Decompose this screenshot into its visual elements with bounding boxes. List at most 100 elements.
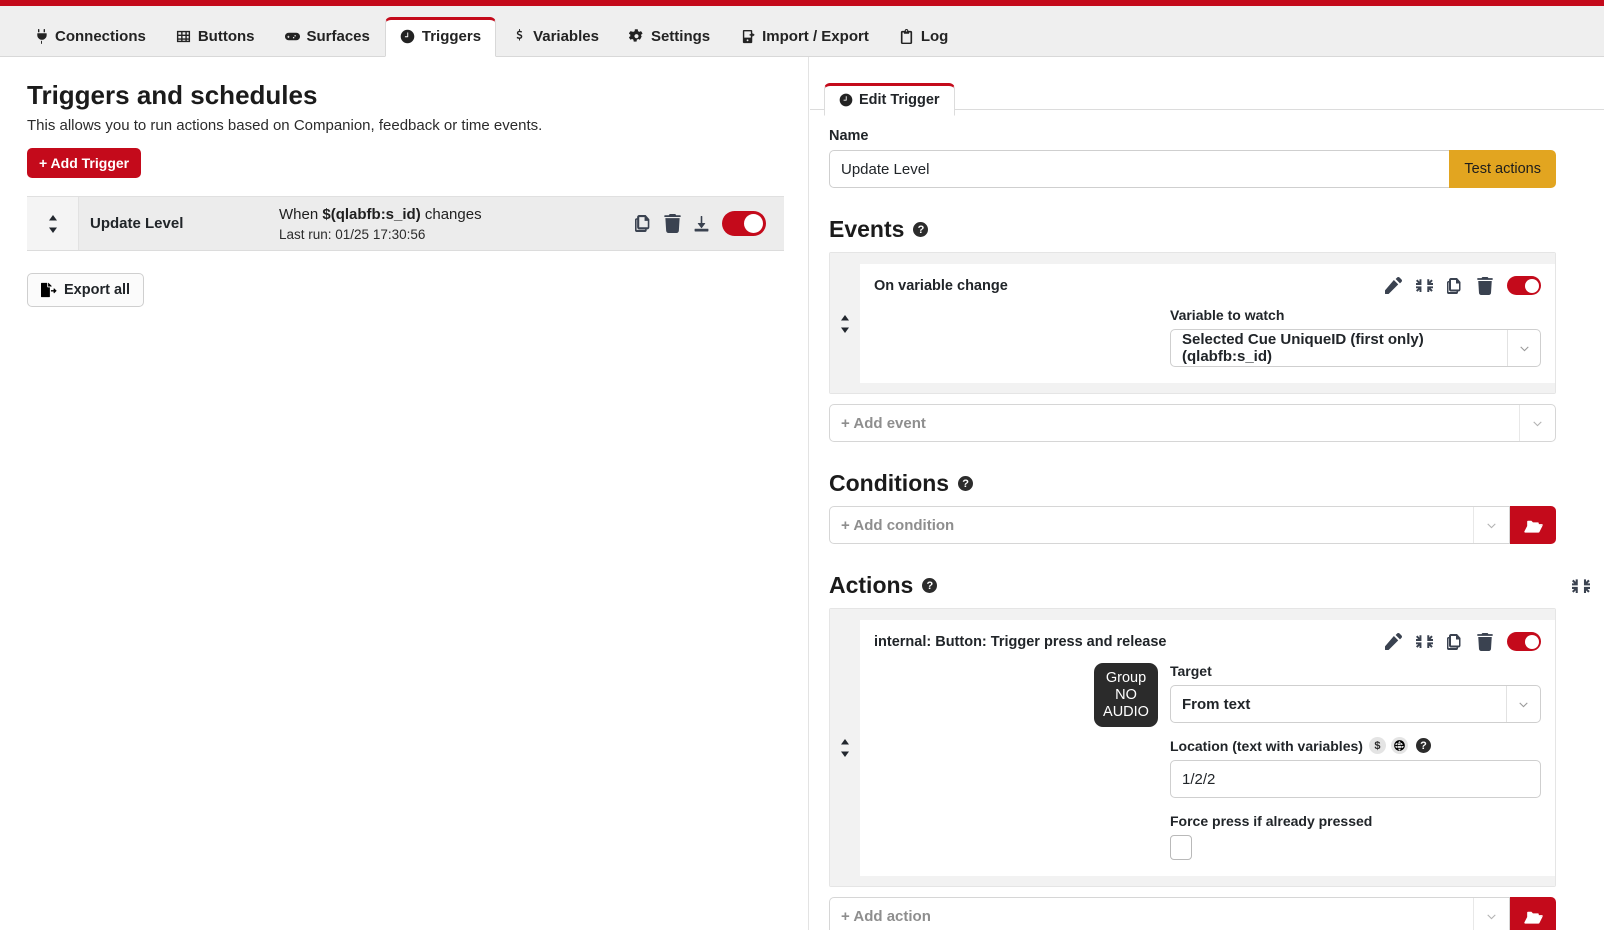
gear-icon [629,29,645,45]
grid-icon [176,29,192,45]
variable-to-watch-label: Variable to watch [1170,307,1541,323]
export-button[interactable] [693,215,710,233]
add-event-input[interactable]: + Add event [829,404,1556,442]
gamepad-icon [285,29,301,45]
delete-button[interactable] [1477,633,1493,651]
event-row: On variable change [830,264,1555,383]
conditions-heading: Conditions ? [829,470,1590,497]
collapse-button[interactable] [1416,277,1433,294]
table-row[interactable]: Update Level When $(qlabfb:s_id) changes… [27,196,784,251]
chevron-down-icon[interactable] [1473,507,1509,543]
location-input[interactable] [1170,760,1541,798]
help-icon[interactable]: ? [913,222,928,237]
tab-label: Surfaces [307,28,370,45]
tab-label: Buttons [198,28,255,45]
tab-log[interactable]: Log [884,17,964,57]
tab-buttons[interactable]: Buttons [161,17,270,57]
help-icon[interactable]: ? [958,476,973,491]
card-top-spacer [830,609,1555,620]
location-label-row: Location (text with variables) $ ? [1170,737,1541,754]
button-preview[interactable]: Group NO AUDIO [1094,663,1158,727]
edit-button[interactable] [1385,277,1402,294]
when-prefix: When [279,206,322,223]
tab-settings[interactable]: Settings [614,17,725,57]
collapse-icon [1416,277,1433,294]
help-icon[interactable]: ? [922,578,937,593]
delete-button[interactable] [664,214,681,233]
clock-icon [839,93,853,107]
duplicate-button[interactable] [1447,278,1463,294]
chevron-down-icon [1507,330,1540,366]
event-enable-toggle[interactable] [1507,276,1541,295]
globe-glyph [1394,740,1405,751]
variable-to-watch-select[interactable]: Selected Cue UniqueID (first only) (qlab… [1170,329,1541,367]
button-preview-line-1: Group [1106,670,1146,687]
action-title-row: internal: Button: Trigger press and rele… [874,632,1541,651]
chevron-down-icon[interactable] [1473,898,1509,930]
add-condition-input[interactable]: + Add condition [829,506,1510,544]
location-label-icons: $ ? [1369,737,1431,754]
events-heading: Events ? [829,216,1590,243]
actions-heading: Actions ? [829,572,1590,599]
name-input[interactable] [829,150,1449,188]
add-trigger-label: + Add Trigger [39,155,129,171]
duplicate-button[interactable] [635,215,652,232]
main-tabs: Connections Buttons Surfaces Triggers [18,16,963,56]
collapse-all-actions-button[interactable] [1572,577,1590,595]
action-right-col: Target From text Location (text with var… [1170,663,1541,860]
collapse-button[interactable] [1416,633,1433,650]
target-select[interactable]: From text [1170,685,1541,723]
action-left-col: Group NO AUDIO [874,663,1170,860]
when-suffix: changes [421,206,482,223]
drag-handle[interactable] [27,197,79,250]
tab-variables[interactable]: Variables [496,17,614,57]
condition-group-button[interactable] [1510,506,1556,544]
globe-icon[interactable] [1391,737,1408,754]
tab-surfaces[interactable]: Surfaces [270,17,385,57]
edit-button[interactable] [1385,633,1402,650]
add-action-input[interactable]: + Add action [829,897,1510,930]
sort-updown-icon [47,214,59,234]
trigger-enable-toggle[interactable] [722,211,766,236]
drag-handle[interactable] [830,264,860,383]
help-icon[interactable]: ? [1416,738,1431,753]
drag-handle[interactable] [830,620,860,876]
export-all-button[interactable]: Export all [27,273,144,307]
card-bottom-spacer [830,876,1555,886]
main-tab-strip: Connections Buttons Surfaces Triggers [0,6,1604,57]
target-label: Target [1170,663,1541,679]
location-label: Location (text with variables) [1170,738,1363,754]
delete-button[interactable] [1477,277,1493,295]
trigger-row-actions [635,197,784,250]
collapse-icon [1572,577,1590,595]
trash-icon [664,214,681,233]
when-variable: $(qlabfb:s_id) [322,206,420,223]
action-enable-toggle[interactable] [1507,632,1541,651]
name-row: Test actions [829,150,1556,188]
target-value: From text [1182,696,1250,713]
chevron-down-icon[interactable] [1519,405,1555,441]
folder-open-icon [1524,516,1543,535]
event-left-col [874,307,1170,367]
variables-dollar-icon[interactable]: $ [1369,737,1386,754]
tab-triggers[interactable]: Triggers [385,17,496,57]
force-press-checkbox[interactable] [1170,835,1192,860]
edit-trigger-body: Name Test actions Events ? [810,110,1604,930]
clipboard-icon [899,29,915,45]
tab-connections[interactable]: Connections [18,17,161,57]
action-group-button[interactable] [1510,897,1556,930]
event-content: On variable change [860,264,1555,383]
test-actions-button[interactable]: Test actions [1449,150,1556,188]
duplicate-button[interactable] [1447,634,1463,650]
tab-import-export[interactable]: Import / Export [725,17,884,57]
file-export-icon [41,282,57,298]
test-actions-label: Test actions [1464,161,1541,177]
tab-edit-trigger[interactable]: Edit Trigger [824,83,955,116]
add-action-bar: + Add action [829,897,1556,930]
add-trigger-button[interactable]: + Add Trigger [27,148,141,178]
clock-icon [400,29,416,45]
edit-trigger-pane: Edit Trigger Name Test actions Events ? [810,57,1604,930]
actions-heading-label: Actions [829,572,913,599]
sort-updown-icon [839,738,851,758]
event-fields: Variable to watch Selected Cue UniqueID … [874,307,1541,367]
